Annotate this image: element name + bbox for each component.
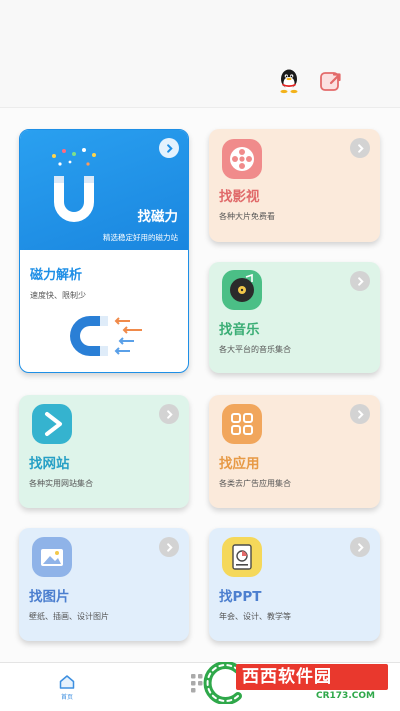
magnet-card-title: 找磁力 [137, 209, 179, 225]
movie-card-desc: 各种大片免费看 [219, 212, 275, 221]
app-header [0, 0, 400, 108]
ppt-icon [222, 537, 262, 577]
magnet-card[interactable]: 找磁力 精选稳定好用的磁力站 磁力解析 速度快、限制少 [19, 129, 189, 373]
nav-home-label: 首页 [60, 694, 73, 701]
watermark: 西西软件园 CR173.COM [198, 660, 393, 706]
picture-icon [32, 537, 72, 577]
vinyl-record-icon [222, 270, 262, 310]
magnet-card-header: 找磁力 精选稳定好用的磁力站 [20, 130, 188, 250]
ppt-card-arrow-icon[interactable] [350, 537, 370, 557]
music-card-title: 找音乐 [219, 322, 260, 338]
nav-home[interactable]: 首页 [50, 669, 84, 707]
ppt-card-title: 找PPT [219, 589, 262, 605]
app-card-desc: 各类去广告应用集合 [219, 479, 291, 488]
magnet-card-subtitle: 精选稳定好用的磁力站 [103, 233, 178, 242]
website-card-arrow-icon[interactable] [159, 404, 179, 424]
movie-card-arrow-icon[interactable] [350, 138, 370, 158]
apps-grid-icon [222, 404, 262, 444]
magnet-section-title: 磁力解析 [30, 268, 83, 283]
picture-card-desc: 壁纸、插画、设计图片 [29, 612, 109, 621]
picture-card-arrow-icon[interactable] [159, 537, 179, 557]
film-reel-icon [222, 139, 262, 179]
app-card-title: 找应用 [219, 456, 260, 472]
music-card-desc: 各大平台的音乐集合 [219, 345, 291, 354]
music-card[interactable]: 找音乐 各大平台的音乐集合 [209, 262, 380, 373]
movie-card-title: 找影视 [219, 189, 260, 205]
website-card[interactable]: 找网站 各种实用网站集合 [19, 395, 189, 508]
music-card-arrow-icon[interactable] [350, 271, 370, 291]
movie-card[interactable]: 找影视 各种大片免费看 [209, 129, 380, 242]
magnet-parse-icon [70, 316, 142, 356]
picture-card[interactable]: 找图片 壁纸、插画、设计图片 [19, 528, 189, 641]
home-icon [59, 675, 75, 689]
website-card-title: 找网站 [29, 456, 70, 472]
magnet-card-arrow-icon[interactable] [159, 138, 179, 158]
picture-card-title: 找图片 [29, 589, 70, 605]
app-card-arrow-icon[interactable] [350, 404, 370, 424]
share-icon[interactable] [318, 68, 344, 94]
ppt-card-desc: 年会、设计、教学等 [219, 612, 291, 621]
watermark-url: CR173.COM [316, 691, 375, 701]
qq-icon[interactable] [276, 68, 302, 94]
magnet-section-desc: 速度快、限制少 [30, 291, 86, 300]
watermark-text: 西西软件园 [236, 664, 388, 690]
app-card[interactable]: 找应用 各类去广告应用集合 [209, 395, 380, 508]
ppt-card[interactable]: 找PPT 年会、设计、教学等 [209, 528, 380, 641]
website-icon [32, 404, 72, 444]
website-card-desc: 各种实用网站集合 [29, 479, 93, 488]
magnet-icon [52, 148, 96, 222]
